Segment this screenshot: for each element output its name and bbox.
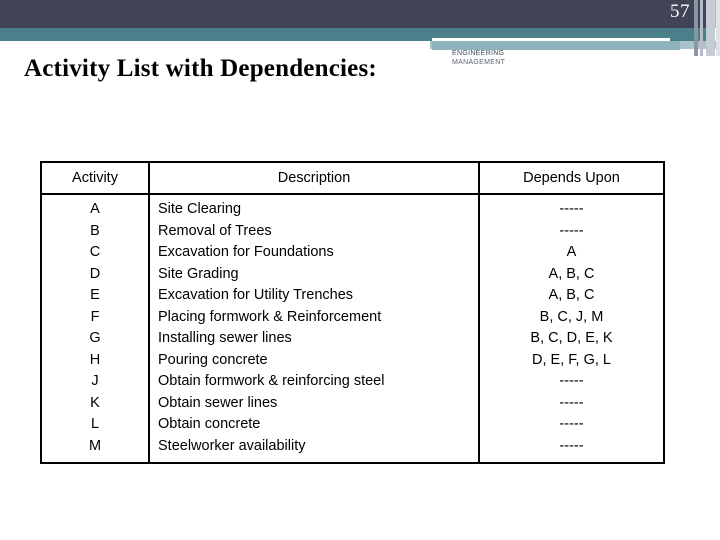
table-row: C Excavation for Foundations A: [41, 242, 664, 264]
header-navy-band: [0, 0, 710, 28]
cell-description: Placing formwork & Reinforcement: [148, 306, 479, 328]
cell-description: Obtain sewer lines: [148, 392, 479, 414]
column-header-activity: Activity: [41, 162, 149, 195]
cell-activity: K: [90, 394, 100, 411]
cell-depends: A, B, C: [478, 263, 664, 285]
cell-description: Installing sewer lines: [148, 328, 479, 350]
cell-description: Excavation for Foundations: [148, 242, 479, 264]
cell-activity: G: [89, 330, 101, 346]
cell-depends: A, B, C: [478, 285, 664, 307]
table-row: B Removal of Trees -----: [41, 220, 664, 242]
table-row: J Obtain formwork & reinforcing steel ----…: [41, 371, 664, 393]
table-row: H Pouring concrete D, E, F, G, L: [41, 349, 664, 371]
cell-depends: -----: [478, 220, 664, 242]
column-header-depends-upon: Depends Upon: [478, 162, 664, 195]
cell-depends: -----: [478, 194, 664, 221]
cell-description: Excavation for Utility Trenches: [148, 285, 479, 307]
table-body: A Site Clearing ----- B Removal of Trees ----…: [41, 194, 664, 463]
slide-canvas: 57 Activity List with Dependencies: ENGI…: [0, 0, 720, 540]
cell-description: Site Grading: [148, 263, 479, 285]
cell-activity: J: [91, 373, 99, 389]
cell-depends: -----: [478, 392, 664, 414]
cell-description: Site Clearing: [148, 194, 479, 221]
activity-dependency-table-wrapper: Activity Description Depends Upon A Site …: [40, 161, 665, 464]
cell-description: Obtain concrete: [148, 414, 479, 436]
logo-line-1: ENGINEERING: [452, 50, 505, 57]
activity-dependency-table: Activity Description Depends Upon A Site …: [40, 161, 665, 464]
cell-depends: A: [478, 242, 664, 264]
table-header-row: Activity Description Depends Upon: [41, 162, 664, 195]
cell-depends: -----: [478, 371, 664, 393]
right-accent-bar-4: [716, 0, 720, 56]
page-title: Activity List with Dependencies:: [24, 55, 377, 82]
cell-depends: -----: [478, 414, 664, 436]
cell-activity: F: [90, 308, 100, 325]
cell-activity: A: [90, 201, 100, 217]
cell-depends: -----: [478, 435, 664, 463]
cell-description: Obtain formwork & reinforcing steel: [148, 371, 479, 393]
cell-activity: D: [89, 265, 101, 282]
cell-description: Steelworker availability: [148, 435, 479, 463]
table-header: Activity Description Depends Upon: [41, 162, 664, 195]
column-header-description: Description: [148, 162, 479, 195]
table-row: F Placing formwork & Reinforcement B, C, J…: [41, 306, 664, 328]
page-number: 57: [670, 1, 690, 22]
header-white-notch: [0, 41, 430, 49]
engineering-management-logo: ENGINEERING MANAGEMENT: [452, 49, 572, 67]
cell-description: Pouring concrete: [148, 349, 479, 371]
table-row: D Site Grading A, B, C: [41, 263, 664, 285]
cell-depends: B, C, D, E, K: [478, 328, 664, 350]
cell-activity: B: [90, 222, 100, 239]
cell-depends: D, E, F, G, L: [478, 349, 664, 371]
right-accent-bar-2: [700, 0, 703, 56]
table-row: A Site Clearing -----: [41, 194, 664, 221]
right-accent-bar-1: [694, 0, 698, 56]
cell-description: Removal of Trees: [148, 220, 479, 242]
table-row: K Obtain sewer lines -----: [41, 392, 664, 414]
cell-activity: L: [90, 416, 100, 432]
cell-activity: H: [89, 351, 101, 368]
cell-activity: C: [89, 244, 101, 260]
table-row: M Steelworker availability -----: [41, 435, 664, 463]
table-row: L Obtain concrete -----: [41, 414, 664, 436]
table-row: G Installing sewer lines B, C, D, E, K: [41, 328, 664, 350]
right-accent-bar-3: [706, 0, 715, 56]
cell-depends: B, C, J, M: [478, 306, 664, 328]
logo-line-2: MANAGEMENT: [452, 59, 506, 66]
cell-activity: E: [90, 287, 100, 303]
cell-activity: M: [88, 437, 102, 454]
table-row: E Excavation for Utility Trenches A, B, C: [41, 285, 664, 307]
